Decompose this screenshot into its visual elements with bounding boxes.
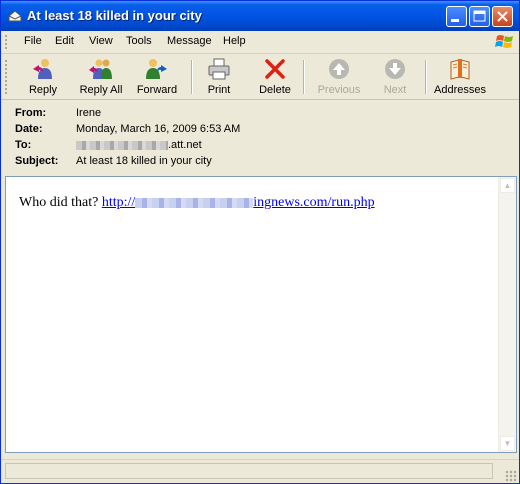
message-question: Who did that? xyxy=(19,195,99,210)
title-bar[interactable]: At least 18 killed in your city xyxy=(1,1,519,31)
to-label: To: xyxy=(15,139,32,151)
reply-icon xyxy=(33,59,52,79)
menu-tools[interactable]: Tools xyxy=(126,35,152,47)
print-label: Print xyxy=(207,84,231,96)
scroll-down-button[interactable]: ▼ xyxy=(500,436,515,451)
menu-file[interactable]: File xyxy=(24,35,42,47)
message-body[interactable]: Who did that? http:// ingnews.com/run.php… xyxy=(5,176,517,453)
window-title: At least 18 killed in your city xyxy=(27,8,202,23)
forward-label: Forward xyxy=(136,84,178,96)
message-header: From: Irene Date: Monday, March 16, 2009… xyxy=(1,100,519,172)
scroll-up-button[interactable]: ▲ xyxy=(500,178,515,193)
menu-message[interactable]: Message xyxy=(167,35,212,47)
arrow-down-icon xyxy=(385,59,405,79)
menu-bar: File Edit View Tools Message Help xyxy=(1,31,519,54)
toolbar-separator xyxy=(425,60,426,94)
email-window: At least 18 killed in your city File Edi… xyxy=(0,0,520,484)
to-value: .att.net xyxy=(168,139,202,151)
vertical-scrollbar[interactable]: ▲ ▼ xyxy=(498,177,516,452)
delete-button[interactable]: Delete xyxy=(255,57,295,97)
address-book-icon xyxy=(450,59,470,80)
arrow-up-icon xyxy=(329,59,349,79)
maximize-icon xyxy=(473,10,486,22)
forward-button[interactable]: Forward xyxy=(133,57,181,97)
subject-label: Subject: xyxy=(15,155,59,167)
reply-all-icon xyxy=(89,59,112,79)
redacted-email xyxy=(76,140,168,150)
maximize-button[interactable] xyxy=(469,6,490,27)
from-label: From: xyxy=(15,107,47,119)
envelope-icon xyxy=(8,10,22,22)
from-value[interactable]: Irene xyxy=(76,107,101,119)
menu-help[interactable]: Help xyxy=(223,35,246,47)
toolbar-grip xyxy=(5,60,10,94)
minimize-icon xyxy=(451,19,459,22)
addresses-label: Addresses xyxy=(434,84,486,96)
delete-label: Delete xyxy=(259,84,291,96)
reply-label: Reply xyxy=(28,84,58,96)
link-suffix: ingnews.com/run.php xyxy=(253,195,375,210)
next-button[interactable]: Next xyxy=(373,57,417,97)
delete-x-icon xyxy=(265,59,285,79)
windows-logo-icon xyxy=(495,35,513,48)
print-button[interactable]: Print xyxy=(201,57,237,97)
previous-label: Previous xyxy=(317,84,361,96)
subject-value: At least 18 killed in your city xyxy=(76,155,212,167)
menu-edit[interactable]: Edit xyxy=(55,35,74,47)
toolbar: Reply Reply All Forward Print Delete Pre… xyxy=(1,54,519,100)
reply-button[interactable]: Reply xyxy=(21,57,65,97)
toolbar-separator xyxy=(191,60,192,94)
resize-grip[interactable] xyxy=(505,470,517,482)
close-button[interactable] xyxy=(492,6,513,27)
redacted-domain xyxy=(135,197,254,208)
forward-icon xyxy=(146,59,167,79)
reply-all-button[interactable]: Reply All xyxy=(73,57,129,97)
minimize-button[interactable] xyxy=(446,6,467,27)
addresses-button[interactable]: Addresses xyxy=(433,57,487,97)
date-label: Date: xyxy=(15,123,43,135)
to-value-wrap[interactable]: .att.net xyxy=(76,139,202,151)
printer-icon xyxy=(208,58,230,80)
date-value: Monday, March 16, 2009 6:53 AM xyxy=(76,123,241,135)
message-link[interactable]: http:// ingnews.com/run.php xyxy=(102,195,375,210)
menu-grip xyxy=(5,35,10,49)
message-text: Who did that? http:// ingnews.com/run.php xyxy=(19,195,375,211)
reply-all-label: Reply All xyxy=(79,84,123,96)
previous-button[interactable]: Previous xyxy=(313,57,365,97)
status-pane xyxy=(5,463,493,479)
link-prefix: http:// xyxy=(101,195,136,210)
menu-view[interactable]: View xyxy=(89,35,113,47)
close-icon xyxy=(497,11,508,22)
next-label: Next xyxy=(383,84,407,96)
status-bar xyxy=(1,459,519,483)
toolbar-separator xyxy=(303,60,304,94)
